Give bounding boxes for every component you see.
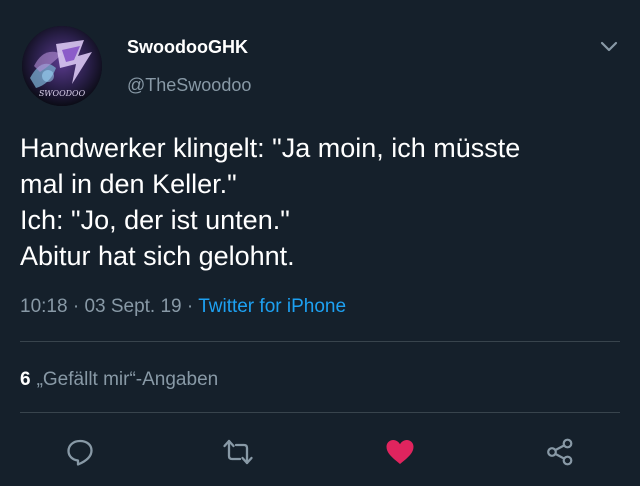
tweet-text-line: Handwerker klingelt: "Ja moin, ich müsst… [20,133,521,163]
likes-summary[interactable]: 6 „Gefällt mir“-Angaben [20,369,218,391]
avatar-image: SWOODOO [22,26,102,106]
reply-icon [67,439,93,466]
meta-separator: · [67,296,85,317]
avatar-logo-text: SWOODOO [39,89,86,98]
divider [20,412,620,413]
tweet-source-link[interactable]: Twitter for iPhone [198,296,346,317]
likes-count: 6 [20,369,31,390]
author-handle[interactable]: @TheSwoodoo [127,75,251,96]
chevron-down-icon[interactable] [598,38,620,56]
retweet-button[interactable] [218,432,258,472]
divider [20,341,620,342]
share-icon [547,438,573,466]
heart-icon [386,440,414,464]
like-button[interactable] [380,432,420,472]
author-display-name[interactable]: SwoodooGHK [127,37,248,58]
tweet-time[interactable]: 10:18 [20,296,68,317]
tweet-text-line: Ich: "Jo, der ist unten." [20,205,290,235]
retweet-icon [223,439,253,465]
meta-separator: · [181,296,199,317]
tweet-text-line: mal in den Keller." [20,169,237,199]
tweet-meta: 10:18 · 03 Sept. 19 · Twitter for iPhone [20,296,346,318]
likes-label: „Gefällt mir“-Angaben [36,369,219,390]
reply-button[interactable] [60,432,100,472]
avatar[interactable]: SWOODOO [22,26,102,106]
tweet-date[interactable]: 03 Sept. 19 [84,296,181,317]
tweet-text: Handwerker klingelt: "Ja moin, ich müsst… [20,130,620,274]
share-button[interactable] [540,432,580,472]
tweet-text-line: Abitur hat sich gelohnt. [20,241,295,271]
